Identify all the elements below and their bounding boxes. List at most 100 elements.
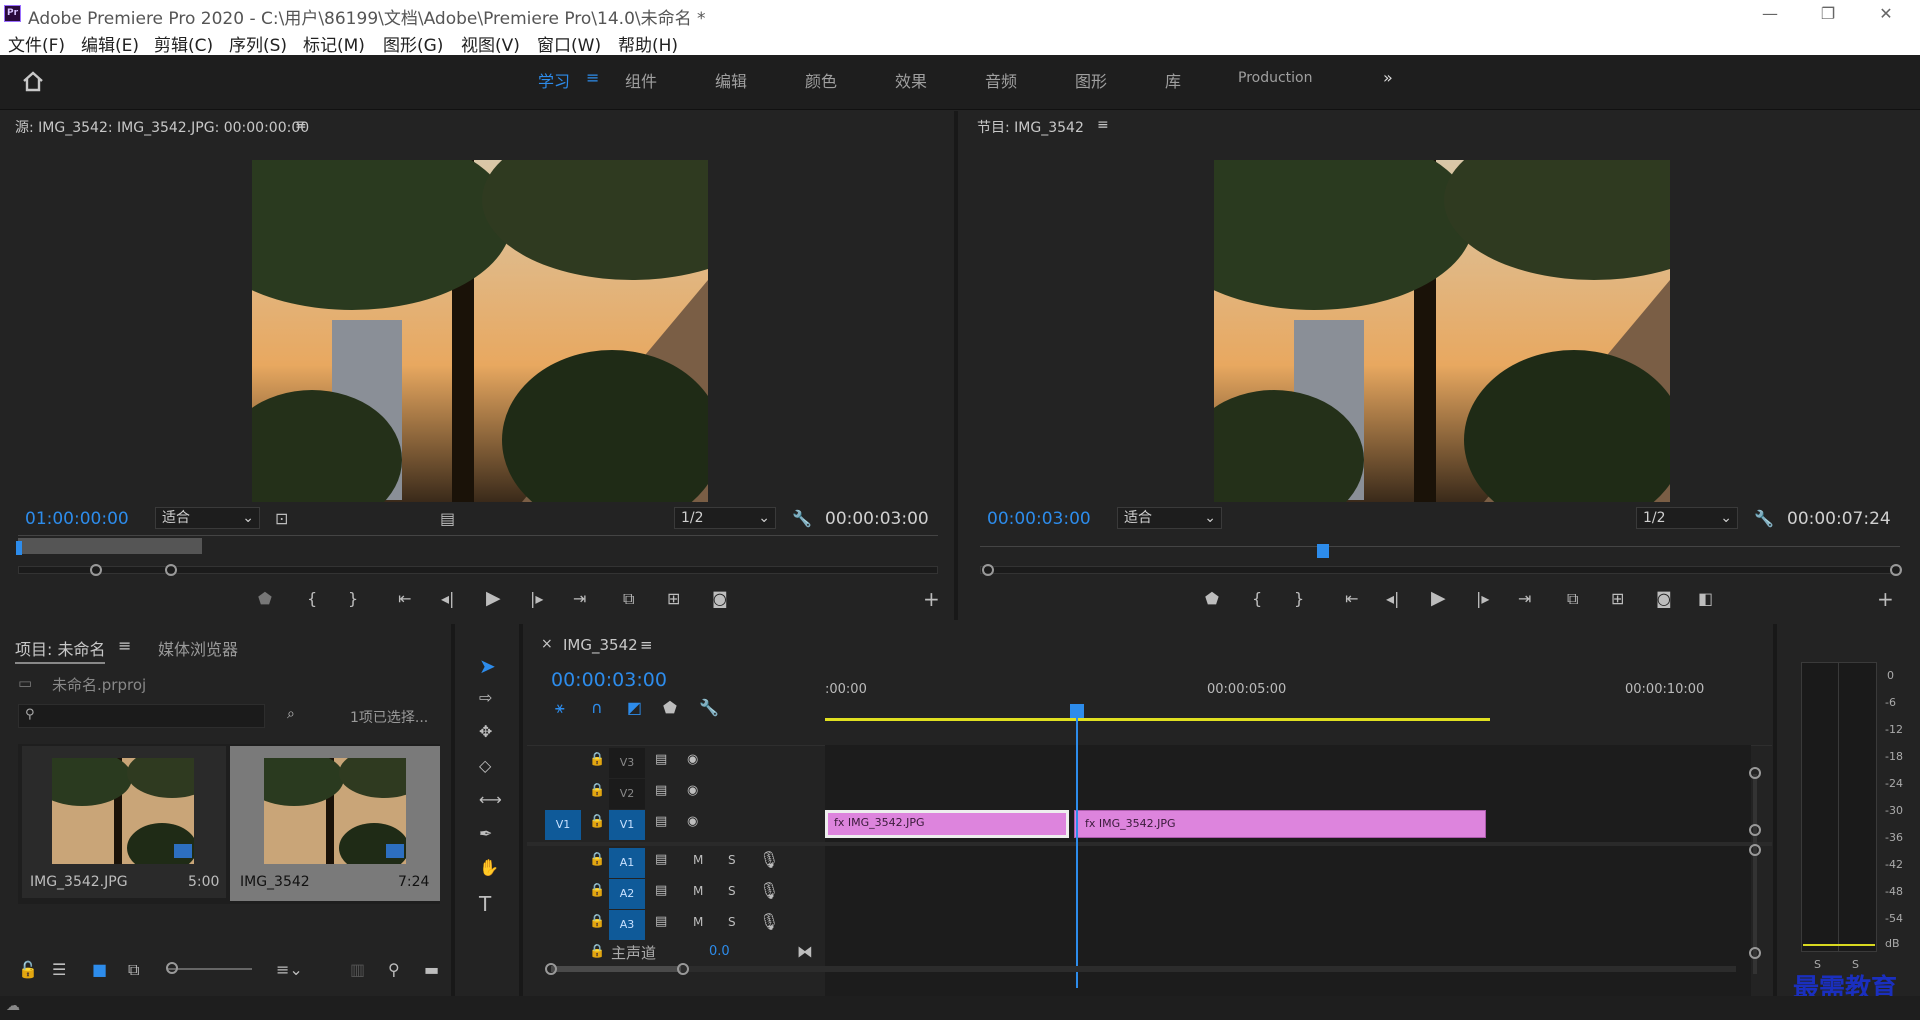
scroll-handle[interactable]	[1749, 824, 1761, 836]
comparison-view-icon[interactable]: ◧	[1698, 589, 1713, 608]
menu-edit[interactable]: 编辑(E)	[81, 31, 139, 56]
work-area-bar[interactable]	[825, 718, 1490, 721]
horizontal-scrollbar[interactable]	[551, 966, 1736, 972]
track-select-tool-icon[interactable]: ⇨	[479, 688, 492, 707]
snap-icon[interactable]: ∩	[591, 698, 603, 717]
selection-tool-icon[interactable]: ➤	[479, 654, 496, 678]
zoom-handle-left[interactable]	[982, 564, 994, 576]
program-panel-title[interactable]: 节目: IMG_3542	[977, 117, 1084, 137]
track-target-v3[interactable]: V3	[609, 748, 645, 778]
zoom-handle-left[interactable]	[90, 564, 102, 576]
lock-icon[interactable]: 🔒	[589, 783, 605, 798]
track-target-v2[interactable]: V2	[609, 779, 645, 809]
close-button[interactable]: ✕	[1866, 2, 1906, 26]
export-frame-icon[interactable]: ◙	[1656, 589, 1672, 608]
tab-sequence[interactable]: IMG_3542	[563, 636, 638, 654]
timeline-playhead-handle[interactable]	[1070, 704, 1084, 718]
lock-icon[interactable]: 🔒	[589, 852, 605, 867]
button-editor-icon[interactable]: +	[1877, 587, 1894, 611]
sync-lock-icon[interactable]: ▤	[655, 783, 667, 798]
scroll-thumb[interactable]	[551, 966, 681, 972]
go-to-in-icon[interactable]: ⇤	[398, 589, 411, 608]
eye-icon[interactable]: ◉	[687, 814, 698, 829]
icon-view-icon[interactable]: ■	[92, 960, 107, 979]
lock-icon[interactable]: 🔒	[589, 914, 605, 929]
sync-lock-icon[interactable]: ▤	[655, 883, 667, 898]
program-ruler[interactable]	[980, 546, 1900, 547]
eye-icon[interactable]: ◉	[687, 783, 698, 798]
microphone-icon[interactable]: 🎙	[759, 912, 779, 931]
home-icon[interactable]	[22, 70, 44, 92]
workspace-graphics[interactable]: 图形	[1075, 68, 1107, 92]
export-frame-icon[interactable]: ◙	[712, 589, 728, 608]
workspace-effects[interactable]: 效果	[895, 68, 927, 92]
button-editor-icon[interactable]: +	[923, 587, 940, 611]
workspace-audio[interactable]: 音频	[985, 68, 1017, 92]
restore-button[interactable]: ❐	[1808, 2, 1848, 26]
thumbnail-size-slider[interactable]	[168, 968, 252, 970]
eye-icon[interactable]: ◉	[687, 752, 698, 767]
sync-lock-icon[interactable]: ▤	[655, 852, 667, 867]
workspace-libraries[interactable]: 库	[1165, 68, 1181, 92]
new-bin-icon[interactable]: ▬	[424, 960, 439, 979]
add-marker-icon[interactable]: ⬟	[1205, 589, 1219, 608]
go-to-end-icon[interactable]: ⧓	[797, 942, 813, 961]
overwrite-icon[interactable]: ⊞	[667, 589, 680, 608]
clip-1[interactable]: fx IMG_3542.JPG	[825, 810, 1069, 838]
program-fit-dropdown[interactable]: 适合 ⌄	[1117, 507, 1222, 529]
project-search-input[interactable]: ⚲	[18, 704, 265, 728]
type-tool-icon[interactable]: T	[479, 892, 491, 916]
hand-tool-icon[interactable]: ✋	[479, 858, 499, 877]
panel-menu-icon[interactable]: ≡	[1097, 117, 1109, 133]
go-to-out-icon[interactable]: ⇥	[1518, 589, 1531, 608]
add-marker-icon[interactable]: ⬟	[663, 698, 677, 717]
play-icon[interactable]: ▶	[486, 587, 501, 609]
sync-lock-icon[interactable]: ▤	[655, 814, 667, 829]
scroll-handle[interactable]	[1749, 767, 1761, 779]
solo-button[interactable]: S	[728, 884, 736, 898]
program-timecode[interactable]: 00:00:03:00	[987, 509, 1091, 529]
menu-sequence[interactable]: 序列(S)	[229, 31, 287, 56]
track-target-a3[interactable]: A3	[609, 910, 645, 940]
sync-lock-icon[interactable]: ▤	[655, 914, 667, 929]
workspace-editing[interactable]: 编辑	[715, 68, 747, 92]
source-zoom-bar[interactable]	[18, 566, 938, 574]
track-target-a2[interactable]: A2	[609, 879, 645, 909]
timeline-timecode[interactable]: 00:00:03:00	[551, 669, 667, 691]
cloud-sync-icon[interactable]: ☁	[6, 998, 20, 1014]
pen-tool-icon[interactable]: ✒	[479, 824, 492, 843]
lock-icon[interactable]: 🔒	[589, 814, 605, 829]
workspace-color[interactable]: 颜色	[805, 68, 837, 92]
program-resolution-dropdown[interactable]: 1/2 ⌄	[1636, 507, 1738, 529]
source-timecode[interactable]: 01:00:00:00	[25, 509, 129, 529]
workspace-learning[interactable]: 学习	[538, 68, 570, 92]
list-view-icon[interactable]: ☰	[52, 960, 66, 979]
menu-view[interactable]: 视图(V)	[461, 31, 520, 56]
find-icon[interactable]: ⚲	[388, 960, 400, 979]
insert-edit-icon[interactable]: ⧉	[623, 589, 634, 609]
menu-marker[interactable]: 标记(M)	[303, 31, 365, 56]
source-playhead[interactable]	[16, 541, 22, 555]
solo-button[interactable]: S	[728, 915, 736, 929]
add-marker-icon[interactable]: ⬟	[258, 589, 272, 608]
menu-clip[interactable]: 剪辑(C)	[154, 31, 213, 56]
mark-in-icon[interactable]: {	[307, 589, 317, 608]
go-to-in-icon[interactable]: ⇤	[1345, 589, 1358, 608]
zoom-handle-right[interactable]	[165, 564, 177, 576]
lock-icon[interactable]: 🔒	[589, 752, 605, 767]
settings-wrench-icon[interactable]: 🔧	[1754, 509, 1774, 528]
source-panel-title[interactable]: 源: IMG_3542: IMG_3542.JPG: 00:00:00:00	[15, 117, 309, 137]
workspace-production[interactable]: Production	[1238, 70, 1312, 86]
source-fit-dropdown[interactable]: 适合 ⌄	[155, 507, 260, 529]
menu-window[interactable]: 窗口(W)	[537, 31, 601, 56]
workspace-assembly[interactable]: 组件	[625, 68, 657, 92]
zoom-handle-right[interactable]	[677, 963, 689, 975]
workspace-menu-icon[interactable]: ≡	[586, 68, 599, 87]
track-target-v1[interactable]: V1	[609, 810, 645, 840]
mute-button[interactable]: M	[693, 853, 703, 867]
project-item-still[interactable]: IMG_3542.JPG 5:00	[22, 746, 226, 898]
master-volume[interactable]: 0.0	[709, 944, 730, 959]
zoom-handle-right[interactable]	[1890, 564, 1902, 576]
track-area[interactable]	[825, 745, 1751, 1003]
source-ruler[interactable]	[18, 535, 938, 536]
